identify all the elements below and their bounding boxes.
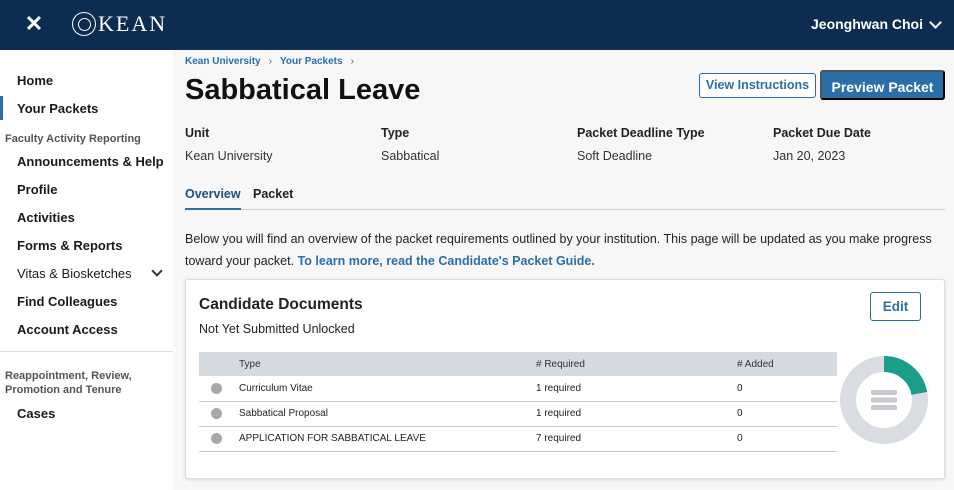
meta-value: Sabbatical bbox=[381, 149, 440, 163]
tab-overview[interactable]: Overview bbox=[185, 187, 241, 210]
packet-guide-link[interactable]: To learn more, read the Candidate's Pack… bbox=[298, 254, 595, 268]
doc-type: APPLICATION FOR SABBATICAL LEAVE bbox=[239, 426, 536, 452]
section-faculty-activity-reporting: Faculty Activity Reporting bbox=[5, 133, 141, 145]
edit-button[interactable]: Edit bbox=[870, 292, 921, 321]
user-name: Jeonghwan Choi bbox=[811, 16, 923, 32]
intro-text: Below you will find an overview of the p… bbox=[185, 228, 945, 272]
table-header-added: # Added bbox=[737, 352, 837, 376]
breadcrumb-your-packets[interactable]: Your Packets bbox=[280, 56, 343, 67]
meta-due-date: Packet Due Date Jan 20, 2023 bbox=[773, 126, 954, 163]
doc-required: 1 required bbox=[536, 401, 737, 427]
card-title: Candidate Documents bbox=[199, 296, 363, 313]
doc-added: 0 bbox=[737, 376, 837, 402]
sidebar-item-announcements[interactable]: Announcements & Help bbox=[17, 154, 164, 169]
table-row[interactable]: Sabbatical Proposal 1 required 0 bbox=[199, 401, 837, 427]
sidebar-item-activities[interactable]: Activities bbox=[17, 210, 75, 225]
doc-required: 1 required bbox=[536, 376, 737, 402]
meta-label: Unit bbox=[185, 126, 210, 140]
meta-deadline-type: Packet Deadline Type Soft Deadline bbox=[577, 126, 767, 163]
chevron-down-icon bbox=[929, 15, 942, 29]
sidebar-divider bbox=[0, 351, 173, 352]
table-header-required: # Required bbox=[536, 352, 737, 376]
status-dot-icon bbox=[211, 407, 222, 419]
sidebar-item-home[interactable]: Home bbox=[17, 73, 53, 88]
meta-unit: Unit Kean University bbox=[185, 126, 375, 163]
user-menu[interactable]: Jeonghwan Choi bbox=[811, 14, 942, 34]
sidebar: Home Your Packets Faculty Activity Repor… bbox=[0, 50, 173, 490]
breadcrumb: Kean University › Your Packets › bbox=[185, 56, 362, 67]
doc-type: Sabbatical Proposal bbox=[239, 401, 536, 427]
chevron-down-icon[interactable] bbox=[151, 265, 163, 277]
section-rpt-line2: Promotion and Tenure bbox=[5, 384, 122, 396]
meta-value: Jan 20, 2023 bbox=[773, 149, 846, 163]
doc-type: Curriculum Vitae bbox=[239, 376, 536, 402]
list-icon bbox=[871, 390, 897, 410]
meta-type: Type Sabbatical bbox=[381, 126, 571, 163]
kean-logo[interactable]: KEAN bbox=[72, 11, 167, 37]
logo-text: KEAN bbox=[98, 11, 168, 36]
meta-label: Packet Deadline Type bbox=[577, 126, 705, 140]
table-row[interactable]: Curriculum Vitae 1 required 0 bbox=[199, 376, 837, 402]
preview-packet-button[interactable]: Preview Packet bbox=[820, 70, 945, 100]
meta-label: Packet Due Date bbox=[773, 126, 871, 140]
documents-table: Type # Required # Added Curriculum Vitae… bbox=[199, 352, 837, 452]
progress-donut bbox=[840, 356, 928, 444]
breadcrumb-separator-icon: › bbox=[350, 56, 354, 67]
sidebar-item-find-colleagues[interactable]: Find Colleagues bbox=[17, 294, 117, 309]
meta-value: Soft Deadline bbox=[577, 149, 653, 163]
section-rpt: Reappointment, Review, Promotion and Ten… bbox=[5, 369, 132, 397]
meta-label: Type bbox=[381, 126, 410, 140]
breadcrumb-separator-icon: › bbox=[268, 56, 272, 67]
tab-packet[interactable]: Packet bbox=[253, 187, 293, 210]
card-status: Not Yet Submitted Unlocked bbox=[199, 322, 355, 336]
candidate-documents-card: Candidate Documents Not Yet Submitted Un… bbox=[185, 279, 945, 479]
table-header-type: Type bbox=[239, 352, 536, 376]
seal-icon bbox=[72, 12, 96, 36]
sidebar-item-profile[interactable]: Profile bbox=[17, 182, 57, 197]
view-instructions-button[interactable]: View Instructions bbox=[699, 73, 816, 98]
sidebar-item-forms-reports[interactable]: Forms & Reports bbox=[17, 238, 122, 253]
status-dot-icon bbox=[211, 432, 222, 444]
active-indicator bbox=[0, 96, 3, 120]
table-header-status bbox=[199, 352, 239, 376]
meta-value: Kean University bbox=[185, 149, 273, 163]
section-rpt-line1: Reappointment, Review, bbox=[5, 370, 132, 382]
tab-bar: Overview Packet bbox=[185, 186, 945, 210]
doc-added: 0 bbox=[737, 401, 837, 427]
breadcrumb-kean-university[interactable]: Kean University bbox=[185, 56, 261, 67]
table-header-row: Type # Required # Added bbox=[199, 352, 837, 376]
main-content: Kean University › Your Packets › Sabbati… bbox=[185, 50, 945, 490]
close-icon[interactable]: ✕ bbox=[24, 13, 44, 35]
table-row[interactable]: APPLICATION FOR SABBATICAL LEAVE 7 requi… bbox=[199, 426, 837, 452]
doc-required: 7 required bbox=[536, 426, 737, 452]
doc-added: 0 bbox=[737, 426, 837, 452]
page-title: Sabbatical Leave bbox=[185, 74, 421, 106]
sidebar-item-vitas[interactable]: Vitas & Biosketches bbox=[17, 266, 132, 281]
sidebar-item-cases[interactable]: Cases bbox=[17, 406, 55, 421]
top-bar: ✕ KEAN Jeonghwan Choi bbox=[0, 0, 954, 50]
status-dot-icon bbox=[211, 382, 222, 394]
sidebar-item-account-access[interactable]: Account Access bbox=[17, 322, 118, 337]
sidebar-item-your-packets[interactable]: Your Packets bbox=[17, 101, 98, 116]
